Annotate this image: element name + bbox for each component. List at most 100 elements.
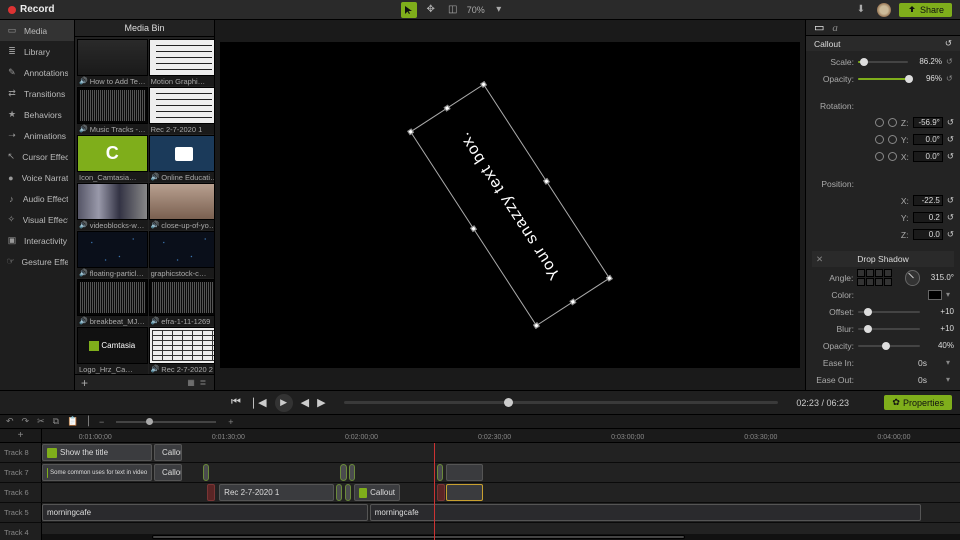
- resize-handle[interactable]: [407, 128, 414, 135]
- rotate-dial-icon[interactable]: [875, 152, 884, 161]
- media-item[interactable]: graphicstock-c…: [149, 231, 214, 278]
- sidebar-item-behaviors[interactable]: ★Behaviors: [0, 104, 74, 125]
- media-item[interactable]: CIcon_Camtasia…: [77, 135, 148, 182]
- track-lane[interactable]: morningcafemorningcafe: [42, 503, 960, 522]
- media-item[interactable]: 🔊How to Add Te…: [77, 39, 148, 86]
- redo-icon[interactable]: ↷: [22, 416, 30, 427]
- offset-value[interactable]: +10: [924, 307, 954, 316]
- drop-shadow-header[interactable]: ✕ Drop Shadow: [812, 251, 954, 267]
- resize-handle[interactable]: [533, 322, 540, 329]
- track-label[interactable]: Track 7: [0, 463, 42, 482]
- position-y[interactable]: 0.2: [913, 212, 943, 223]
- resize-handle[interactable]: [470, 225, 477, 232]
- undo-icon[interactable]: ↶: [6, 416, 14, 427]
- crop-tool-icon[interactable]: ◫: [445, 2, 461, 18]
- rotation-z[interactable]: -56.9°: [913, 117, 943, 128]
- scrubber-handle[interactable]: [504, 398, 513, 407]
- play-button[interactable]: ▶: [275, 394, 293, 412]
- timeline-clip[interactable]: [446, 484, 483, 501]
- sidebar-item-annotations[interactable]: ✎Annotations: [0, 62, 74, 83]
- sidebar-item-interactivity[interactable]: ▣Interactivity: [0, 230, 74, 251]
- next-clip-button[interactable]: ▶: [317, 396, 325, 409]
- list-view-icon[interactable]: ≣: [198, 378, 208, 388]
- remove-effect-icon[interactable]: ✕: [816, 254, 823, 265]
- sidebar-item-animations[interactable]: ➝Animations: [0, 125, 74, 146]
- split-icon[interactable]: ⎮: [86, 416, 91, 427]
- select-tool-icon[interactable]: [401, 2, 417, 18]
- timeline-clip[interactable]: Show the title: [42, 444, 152, 461]
- preview-scrubber[interactable]: [344, 401, 779, 404]
- media-item[interactable]: 🔊breakbeat_MJ…: [77, 279, 148, 326]
- reset-icon[interactable]: ↺: [947, 212, 954, 223]
- media-item[interactable]: 🔊efra-1-11-1269: [149, 279, 214, 326]
- timeline-clip[interactable]: Rec 2-7-2020 1: [219, 484, 334, 501]
- reset-icon[interactable]: ↺: [947, 117, 954, 128]
- media-item[interactable]: CamtasiaLogo_Hrz_Ca…: [77, 327, 148, 374]
- zoom-in-icon[interactable]: +: [228, 417, 233, 427]
- timeline-clip[interactable]: morningcafe: [370, 504, 921, 521]
- cut-icon[interactable]: ✂: [37, 416, 45, 427]
- media-item[interactable]: Motion Graphi…: [149, 39, 214, 86]
- blur-value[interactable]: +10: [924, 324, 954, 333]
- shadow-presets[interactable]: [857, 269, 900, 286]
- sidebar-item-transitions[interactable]: ⇄Transitions: [0, 83, 74, 104]
- rotate-dial-icon[interactable]: [888, 135, 897, 144]
- rotation-x[interactable]: 0.0°: [913, 151, 943, 162]
- shadow-opacity-value[interactable]: 40%: [924, 341, 954, 350]
- timeline-clip[interactable]: Callout: [354, 484, 400, 501]
- timeline-clip[interactable]: [336, 484, 342, 501]
- sidebar-item-library[interactable]: ≣Library: [0, 41, 74, 62]
- scale-slider[interactable]: [858, 61, 908, 63]
- sidebar-item-cursor-effects[interactable]: ↖Cursor Effects: [0, 146, 74, 167]
- angle-value[interactable]: 315.0°: [924, 273, 954, 282]
- rotate-dial-icon[interactable]: [888, 152, 897, 161]
- add-track-button[interactable]: +: [0, 429, 42, 442]
- hand-tool-icon[interactable]: ✥: [423, 2, 439, 18]
- track-label[interactable]: Track 8: [0, 443, 42, 462]
- reset-icon[interactable]: ↺: [946, 57, 954, 66]
- tab-text-icon[interactable]: a: [832, 22, 838, 34]
- media-item[interactable]: 🔊videoblocks-w…: [77, 183, 148, 230]
- record-button[interactable]: Record: [20, 4, 54, 15]
- opacity-value[interactable]: 96%: [912, 74, 942, 83]
- timeline-zoom-slider[interactable]: [116, 421, 216, 423]
- reset-icon[interactable]: ↺: [945, 38, 952, 49]
- callout-selection[interactable]: Your snazzy text box.: [410, 84, 610, 326]
- angle-dial[interactable]: [905, 270, 921, 286]
- position-x[interactable]: -22.5: [913, 195, 943, 206]
- track-lane[interactable]: Show the titleCallout: [42, 443, 960, 462]
- track-lane[interactable]: Rec 2-7-2020 1 Callout: [42, 483, 960, 502]
- properties-button[interactable]: ✿ Properties: [884, 395, 952, 410]
- timeline-clip[interactable]: [345, 484, 351, 501]
- resize-handle[interactable]: [444, 105, 451, 112]
- sidebar-item-audio-effects[interactable]: ♪Audio Effects: [0, 188, 74, 209]
- resize-handle[interactable]: [569, 298, 576, 305]
- zoom-out-icon[interactable]: −: [99, 417, 104, 427]
- track-label[interactable]: Track 5: [0, 503, 42, 522]
- offset-slider[interactable]: [858, 311, 920, 313]
- timeline-scrollbar[interactable]: [42, 534, 960, 540]
- position-z[interactable]: 0.0: [913, 229, 943, 240]
- rotation-y[interactable]: 0.0°: [913, 134, 943, 145]
- timeline-clip[interactable]: [437, 484, 445, 501]
- canvas-zoom[interactable]: 70%: [467, 5, 485, 15]
- timeline-clip[interactable]: [340, 464, 346, 481]
- opacity-slider[interactable]: [858, 78, 908, 80]
- download-icon[interactable]: ⬇: [853, 2, 869, 18]
- add-media-button[interactable]: +: [81, 376, 88, 390]
- reset-icon[interactable]: ↺: [947, 229, 954, 240]
- reset-icon[interactable]: ↺: [947, 134, 954, 145]
- timeline-clip[interactable]: [349, 464, 355, 481]
- share-button[interactable]: Share: [899, 3, 952, 17]
- zoom-dropdown-icon[interactable]: ▾: [491, 2, 507, 18]
- color-swatch[interactable]: [928, 290, 942, 300]
- reset-icon[interactable]: ↺: [946, 74, 954, 83]
- sidebar-item-gesture-effects[interactable]: ☞Gesture Effects: [0, 251, 74, 272]
- step-fwd-button[interactable]: ◀: [301, 396, 309, 409]
- account-avatar[interactable]: [877, 3, 891, 17]
- timeline-clip[interactable]: Callout: [154, 444, 182, 461]
- paste-icon[interactable]: 📋: [67, 416, 78, 427]
- timeline-clip[interactable]: [207, 484, 215, 501]
- grid-view-icon[interactable]: ▦: [186, 378, 196, 388]
- rotate-dial-icon[interactable]: [875, 135, 884, 144]
